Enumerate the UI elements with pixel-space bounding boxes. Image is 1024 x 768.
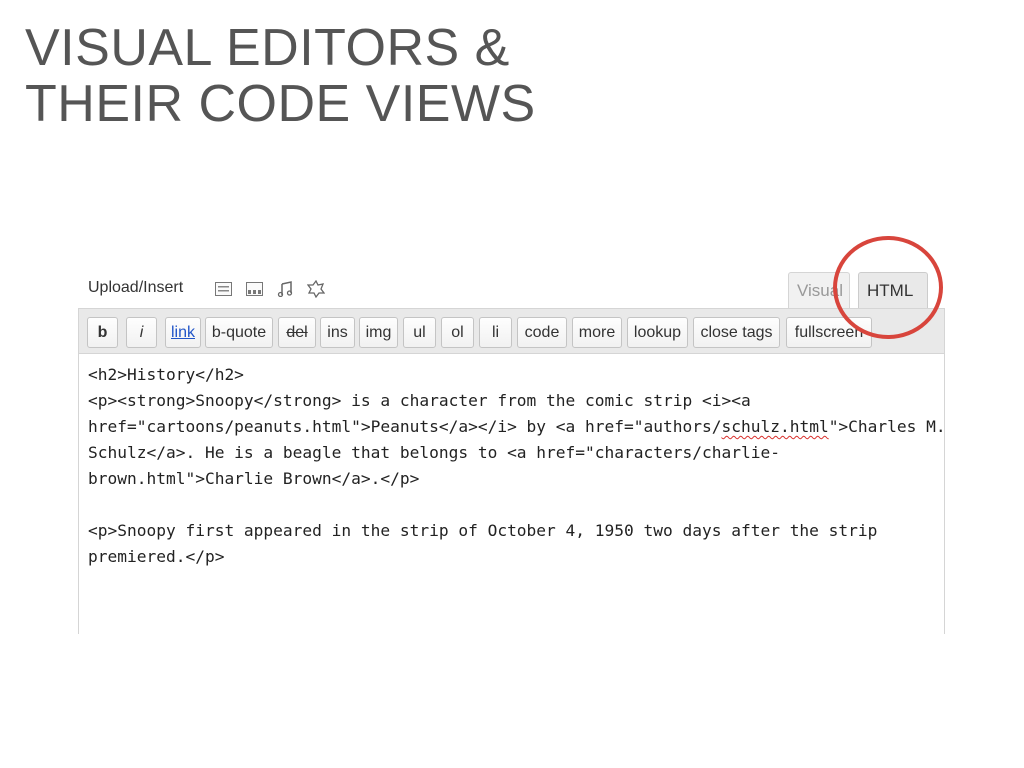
slide-title-line-1: VISUAL EDITORS &	[25, 19, 510, 77]
tab-html[interactable]: HTML	[858, 272, 928, 308]
code-line: Schulz</a>. He is a beagle that belongs …	[88, 443, 780, 462]
html-editor: Upload/Insert Visual HTML b i link b-quo…	[78, 266, 946, 634]
code-line: <p><strong>Snoopy</strong> is a characte…	[88, 391, 751, 410]
ul-button[interactable]: ul	[403, 317, 436, 348]
slide-title: VISUAL EDITORS & THEIR CODE VIEWS	[25, 20, 536, 132]
ol-button[interactable]: ol	[441, 317, 474, 348]
italic-button[interactable]: i	[126, 317, 157, 348]
code-line: <h2>History</h2>	[88, 365, 244, 384]
code-line: brown.html">Charlie Brown</a>.</p>	[88, 469, 420, 488]
image-icon[interactable]	[214, 280, 232, 298]
lookup-button[interactable]: lookup	[627, 317, 688, 348]
code-line: premiered.</p>	[88, 547, 225, 566]
blockquote-button[interactable]: b-quote	[205, 317, 273, 348]
music-icon[interactable]	[276, 280, 294, 298]
link-button[interactable]: link	[165, 317, 201, 348]
editor-header: Upload/Insert Visual HTML	[78, 266, 945, 308]
upload-insert-label: Upload/Insert	[88, 279, 184, 296]
code-line: <p>Snoopy first appeared in the strip of…	[88, 521, 878, 540]
quicktags-toolbar: b i link b-quote del ins img ul ol li co…	[78, 308, 945, 354]
del-button[interactable]: del	[278, 317, 316, 348]
code-button[interactable]: code	[517, 317, 567, 348]
slide-title-line-2: THEIR CODE VIEWS	[25, 75, 536, 133]
code-segment: ">Charles M.	[828, 417, 946, 436]
html-content-textarea[interactable]: <h2>History</h2> <p><strong>Snoopy</stron…	[78, 354, 946, 634]
more-button[interactable]: more	[572, 317, 622, 348]
img-button[interactable]: img	[359, 317, 398, 348]
tab-visual[interactable]: Visual	[788, 272, 850, 308]
bold-button[interactable]: b	[87, 317, 118, 348]
code-line: href="cartoons/peanuts.html">Peanuts</a>…	[88, 414, 946, 440]
code-segment: href="cartoons/peanuts.html">Peanuts</a>…	[88, 417, 722, 436]
li-button[interactable]: li	[479, 317, 512, 348]
video-icon[interactable]	[245, 280, 263, 298]
spellcheck-word: schulz.html	[721, 417, 829, 436]
fullscreen-button[interactable]: fullscreen	[786, 317, 872, 348]
ins-button[interactable]: ins	[320, 317, 355, 348]
close-tags-button[interactable]: close tags	[693, 317, 780, 348]
media-icon[interactable]	[307, 280, 325, 298]
